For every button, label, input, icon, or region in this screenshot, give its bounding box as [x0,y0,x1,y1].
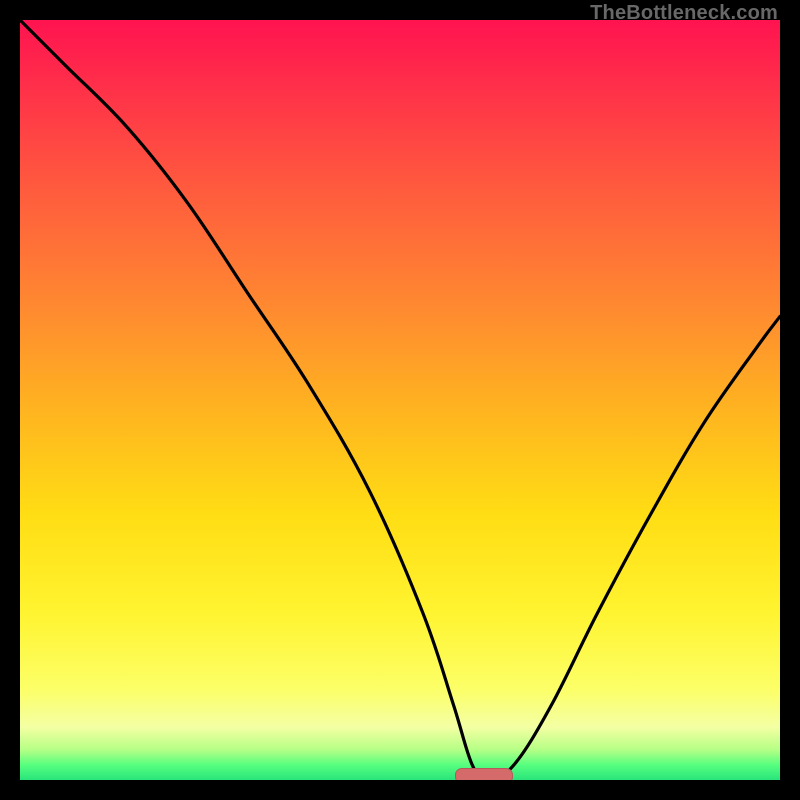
plot-area [20,20,780,780]
chart-frame: TheBottleneck.com [0,0,800,800]
curve-svg [20,20,780,780]
optimal-point-marker [455,768,513,780]
bottleneck-curve-path [20,20,780,780]
